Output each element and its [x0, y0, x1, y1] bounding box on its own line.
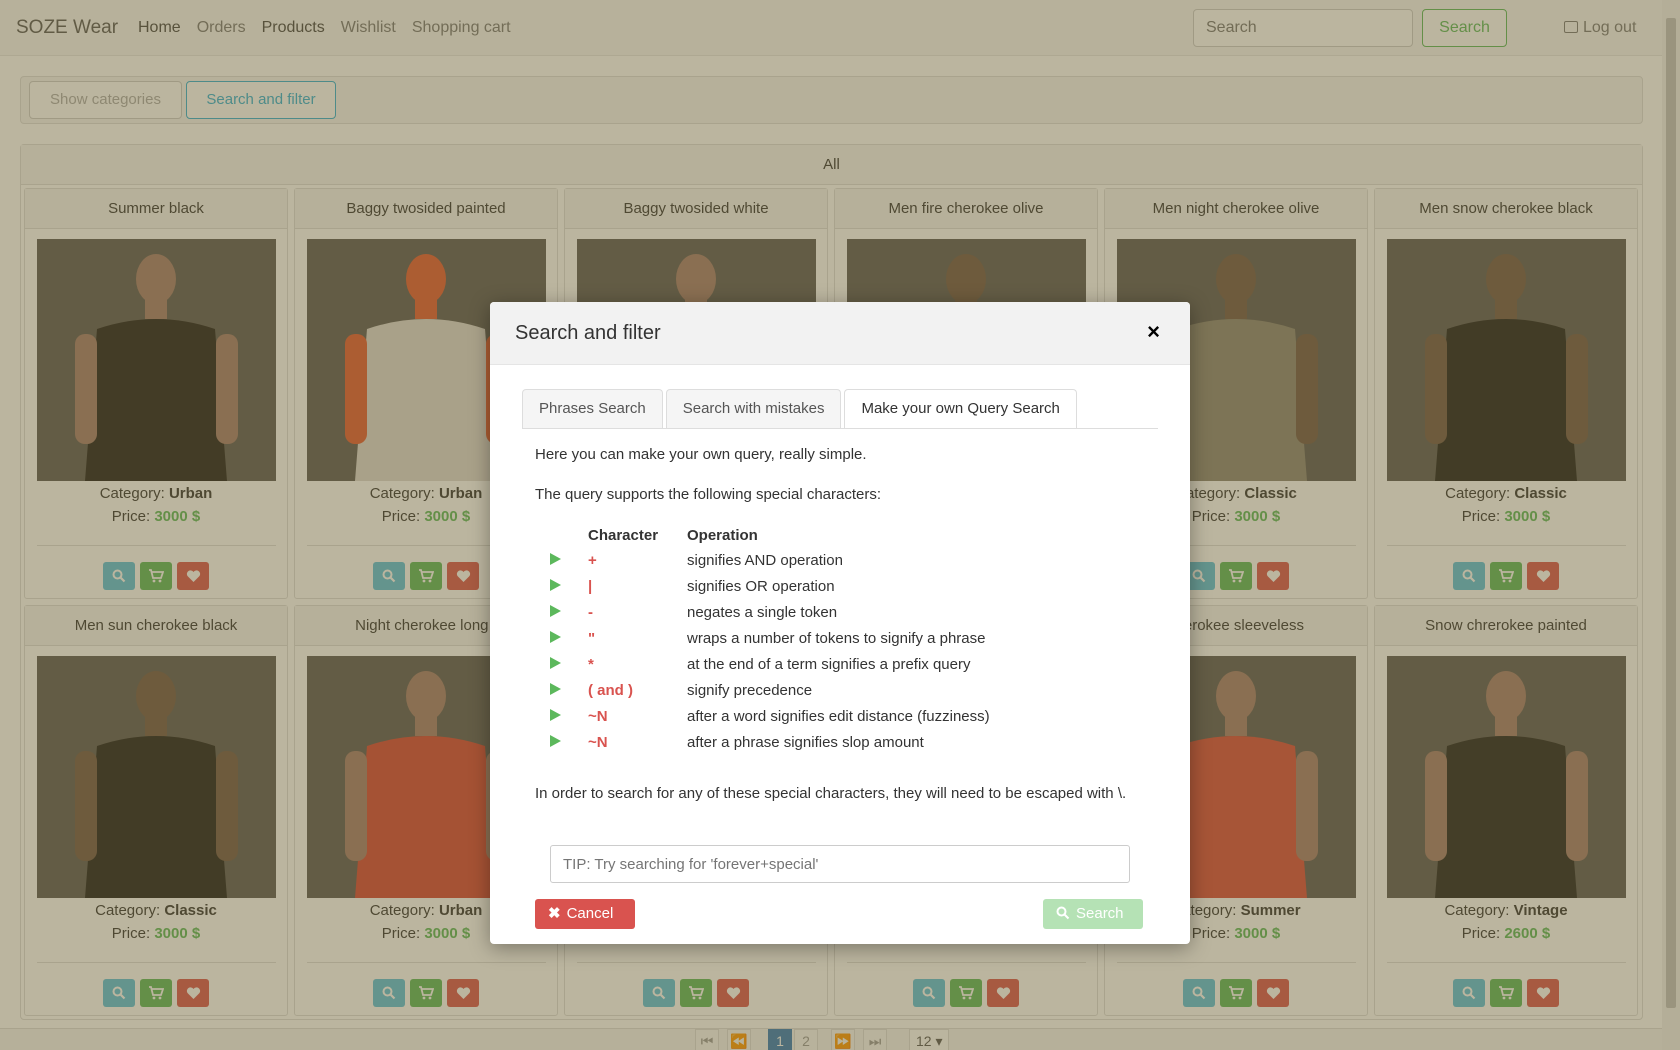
special-char: ~N	[588, 707, 608, 725]
special-char: *	[588, 655, 594, 673]
special-char-operation: signifies AND operation	[687, 551, 843, 569]
search-filter-modal: Search and filter × Phrases Search Searc…	[490, 302, 1190, 944]
special-char: ~N	[588, 733, 608, 751]
tab-make-your-own-query[interactable]: Make your own Query Search	[844, 389, 1077, 429]
special-char-operation: after a word signifies edit distance (fu…	[687, 707, 990, 725]
play-arrow-icon	[550, 708, 561, 721]
modal-search-button[interactable]: Search	[1043, 899, 1143, 929]
special-char-operation: signify precedence	[687, 681, 813, 699]
modal-header: Search and filter ×	[490, 302, 1190, 365]
modal-title: Search and filter	[515, 322, 661, 344]
escape-note: In order to search for any of these spec…	[535, 785, 1127, 802]
special-char: +	[588, 551, 597, 569]
play-arrow-icon	[550, 552, 561, 565]
search-icon	[1056, 906, 1070, 920]
special-char-operation: wraps a number of tokens to signify a ph…	[687, 629, 986, 647]
cancel-button[interactable]: ✖ Cancel	[535, 899, 635, 929]
special-char-row: ( and ) signify precedence	[550, 677, 990, 703]
modal-tabs: Phrases Search Search with mistakes Make…	[522, 389, 1077, 429]
special-char-operation: signifies OR operation	[687, 577, 835, 595]
special-char-operation: after a phrase signifies slop amount	[687, 733, 924, 751]
cancel-label: Cancel	[566, 905, 614, 922]
play-arrow-icon	[550, 578, 561, 591]
table-header-character: Character	[588, 527, 659, 544]
row-bullet	[550, 703, 588, 729]
play-arrow-icon	[550, 734, 561, 747]
row-bullet	[550, 573, 588, 599]
special-char-row: * at the end of a term signifies a prefi…	[550, 651, 990, 677]
play-arrow-icon	[550, 604, 561, 617]
row-bullet	[550, 625, 588, 651]
play-arrow-icon	[550, 682, 561, 695]
special-characters-table: Character Operation + signifies AND oper…	[550, 525, 990, 755]
special-char-row: | signifies OR operation	[550, 573, 990, 599]
special-char-row: - negates a single token	[550, 599, 990, 625]
special-char: -	[588, 603, 593, 621]
close-icon[interactable]: ×	[1147, 319, 1160, 345]
tab-phrases-search[interactable]: Phrases Search	[522, 389, 663, 428]
special-char-row: + signifies AND operation	[550, 547, 990, 573]
special-char-operation: at the end of a term signifies a prefix …	[687, 655, 971, 673]
special-char-row: ~N after a phrase signifies slop amount	[550, 729, 990, 755]
row-bullet	[550, 651, 588, 677]
cancel-x-icon: ✖	[548, 905, 561, 922]
tab-search-with-mistakes[interactable]: Search with mistakes	[665, 389, 842, 428]
special-char-operation: negates a single token	[687, 603, 838, 621]
row-bullet	[550, 599, 588, 625]
row-bullet	[550, 729, 588, 755]
play-arrow-icon	[550, 630, 561, 643]
query-search-input[interactable]	[550, 845, 1130, 883]
special-char: ( and )	[588, 681, 633, 699]
special-char: |	[588, 577, 593, 595]
query-intro-text: Here you can make your own query, really…	[535, 446, 867, 463]
modal-search-label: Search	[1076, 905, 1124, 922]
table-header-operation: Operation	[687, 527, 758, 544]
row-bullet	[550, 547, 588, 573]
table-header-blank	[550, 525, 588, 547]
special-char: "	[588, 629, 596, 647]
special-char-row: ~N after a word signifies edit distance …	[550, 703, 990, 729]
tabs-divider	[522, 428, 1158, 429]
special-char-row: " wraps a number of tokens to signify a …	[550, 625, 990, 651]
query-supports-text: The query supports the following special…	[535, 486, 882, 503]
row-bullet	[550, 677, 588, 703]
play-arrow-icon	[550, 656, 561, 669]
